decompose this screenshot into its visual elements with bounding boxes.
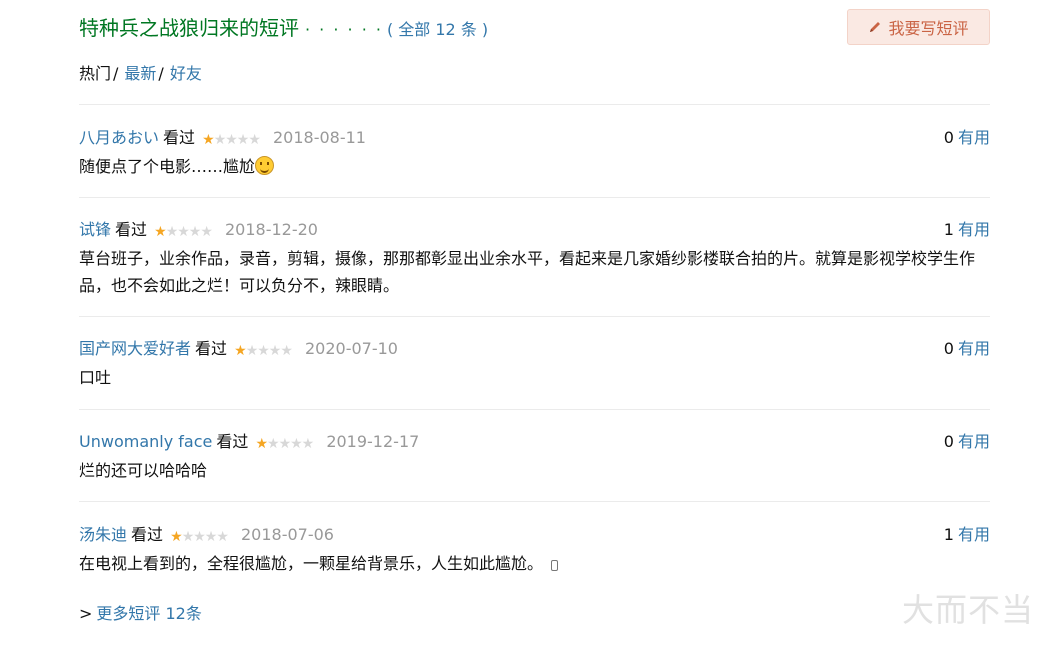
star-off-icon: ★★★★	[181, 529, 229, 545]
vote-number: 1	[943, 220, 954, 239]
star-rating: ★★★★★	[234, 340, 293, 362]
comment-date: 2018-08-11	[272, 128, 366, 147]
vote-number: 0	[943, 128, 954, 147]
star-off-icon: ★★★★	[165, 224, 213, 240]
useful-button[interactable]: 有用	[958, 525, 990, 544]
title-dots: · · · · · ·	[305, 20, 383, 39]
more-comments-link[interactable]: 更多短评 12条	[96, 604, 201, 623]
useful-button[interactable]: 有用	[958, 432, 990, 451]
comment-item: 八月あおい 看过 ★★★★★ 2018-08-11 0 有用 随便点了个电影……尴尬	[79, 127, 990, 180]
star-rating: ★★★★★	[202, 129, 261, 151]
star-on-icon: ★	[170, 529, 183, 545]
divider	[79, 104, 990, 105]
star-rating: ★★★★★	[170, 526, 229, 548]
star-rating: ★★★★★	[154, 221, 213, 243]
all-comments-link[interactable]: ( 全部 12 条 )	[387, 20, 488, 39]
vote-count: 1 有用	[944, 524, 990, 546]
comment-item: 汤朱迪 看过 ★★★★★ 2018-07-06 1 有用 在电视上看到的，全程很尴尬…	[79, 524, 990, 577]
section-header: 特种兵之战狼归来的短评 · · · · · ·( 全部 12 条 ) 我要写短评	[79, 0, 990, 52]
comment-date: 2019-12-17	[326, 432, 420, 451]
comment-text: 在电视上看到的，全程很尴尬，一颗星给背景乐，人生如此尴尬。	[79, 554, 544, 573]
star-off-icon: ★★★★	[245, 343, 293, 359]
comment-user-link[interactable]: 试锋	[79, 220, 111, 239]
comment-item: Unwomanly face 看过 ★★★★★ 2019-12-17 0 有用 烂的…	[79, 431, 990, 484]
tab-hot[interactable]: 热门	[79, 64, 111, 83]
vote-count: 1 有用	[944, 219, 990, 241]
more-arrow: >	[79, 604, 93, 623]
vote-count: 0 有用	[944, 431, 990, 453]
comment-text: 随便点了个电影……尴尬	[79, 157, 256, 176]
vote-number: 0	[943, 339, 954, 358]
watch-status: 看过	[163, 128, 196, 147]
useful-button[interactable]: 有用	[958, 220, 990, 239]
comment-date: 2018-12-20	[224, 220, 318, 239]
star-off-icon: ★★★★	[267, 436, 314, 452]
vote-number: 1	[943, 525, 954, 544]
vote-count: 0 有用	[944, 127, 990, 149]
write-comment-label: 我要写短评	[888, 19, 969, 38]
comment-date: 2018-07-06	[240, 525, 334, 544]
more-comments: > 更多短评 12条	[79, 600, 202, 624]
vote-number: 0	[943, 432, 954, 451]
sort-tabs: 热门 / 最新 / 好友	[79, 60, 202, 84]
tab-separator: /	[158, 64, 164, 83]
mobile-phone-icon	[551, 560, 559, 571]
comment-text-row: 随便点了个电影……尴尬	[79, 153, 984, 180]
useful-button[interactable]: 有用	[958, 339, 990, 358]
tab-latest[interactable]: 最新	[124, 64, 156, 83]
comment-item: 国产网大爱好者 看过 ★★★★★ 2020-07-10 0 有用 口吐	[79, 338, 990, 391]
grin-sweat-emoji-icon	[255, 156, 275, 175]
write-comment-button[interactable]: 我要写短评	[847, 9, 990, 45]
comment-meta: 试锋 看过 ★★★★★ 2018-12-20 1 有用	[79, 219, 990, 241]
watermark: 大而不当	[901, 591, 1034, 629]
comment-user-link[interactable]: Unwomanly face	[79, 432, 212, 451]
comment-meta: 八月あおい 看过 ★★★★★ 2018-08-11 0 有用	[79, 127, 990, 149]
comment-meta: 汤朱迪 看过 ★★★★★ 2018-07-06 1 有用	[79, 524, 990, 546]
star-on-icon: ★	[234, 343, 247, 359]
useful-button[interactable]: 有用	[958, 128, 990, 147]
watch-status: 看过	[131, 525, 164, 544]
comment-item: 试锋 看过 ★★★★★ 2018-12-20 1 有用 草台班子，业余作品，录音，剪…	[79, 219, 990, 299]
comment-user-link[interactable]: 汤朱迪	[79, 525, 127, 544]
divider	[79, 316, 990, 317]
title-text: 特种兵之战狼归来的短评	[79, 16, 299, 40]
star-rating: ★★★★★	[255, 433, 314, 455]
star-on-icon: ★	[202, 132, 215, 148]
pencil-icon	[870, 22, 881, 32]
comment-text-row: 在电视上看到的，全程很尴尬，一颗星给背景乐，人生如此尴尬。	[79, 550, 984, 577]
watch-status: 看过	[115, 220, 148, 239]
comments-section: 特种兵之战狼归来的短评 · · · · · ·( 全部 12 条 ) 我要写短评 …	[79, 0, 990, 623]
watch-status: 看过	[195, 339, 228, 358]
star-off-icon: ★★★★	[213, 132, 261, 148]
comment-text: 烂的还可以哈哈哈	[79, 461, 208, 480]
divider	[79, 197, 990, 198]
comment-meta: 国产网大爱好者 看过 ★★★★★ 2020-07-10 0 有用	[79, 338, 990, 360]
vote-count: 0 有用	[944, 338, 990, 360]
watch-status: 看过	[216, 432, 249, 451]
comment-date: 2020-07-10	[304, 339, 398, 358]
comment-user-link[interactable]: 国产网大爱好者	[79, 339, 191, 358]
tab-friends[interactable]: 好友	[170, 64, 202, 83]
star-on-icon: ★	[154, 224, 167, 240]
star-on-icon: ★	[255, 436, 268, 452]
comment-text: 草台班子，业余作品，录音，剪辑，摄像，那那都彰显出业余水平，看起来是几家婚纱影楼…	[79, 249, 976, 295]
comment-user-link[interactable]: 八月あおい	[79, 128, 159, 147]
tab-separator: /	[113, 64, 119, 83]
comment-text: 口吐	[79, 368, 112, 387]
divider	[79, 409, 990, 410]
section-title: 特种兵之战狼归来的短评 · · · · · ·( 全部 12 条 )	[79, 12, 488, 41]
comment-meta: Unwomanly face 看过 ★★★★★ 2019-12-17 0 有用	[79, 431, 990, 453]
divider	[79, 501, 990, 502]
